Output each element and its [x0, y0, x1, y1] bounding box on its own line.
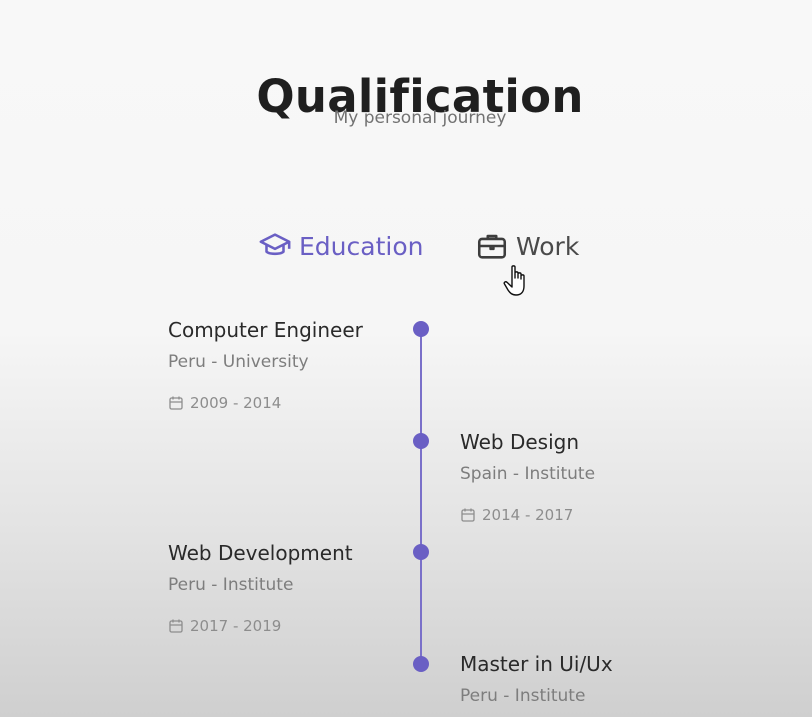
- timeline-item: Master in Ui/Ux Peru - Institute: [460, 652, 613, 706]
- timeline-item-date: 2009 - 2014: [168, 394, 363, 412]
- timeline-item-date: 2014 - 2017: [460, 506, 595, 524]
- timeline-item: Web Development Peru - Institute 2017 - …: [168, 541, 353, 635]
- timeline-item-place: Peru - Institute: [460, 686, 586, 706]
- timeline-item: Web Design Spain - Institute 2014 - 2017: [460, 430, 595, 524]
- timeline-dot: [413, 544, 429, 560]
- tab-education[interactable]: Education: [257, 228, 423, 264]
- timeline-dot: [413, 656, 429, 672]
- timeline-item-date: 2017 - 2019: [168, 617, 353, 635]
- tab-work-label: Work: [516, 231, 580, 261]
- timeline-line: [420, 330, 422, 670]
- timeline-item-role: Web Design: [460, 430, 580, 454]
- calendar-icon: [460, 507, 476, 523]
- timeline-item-place: Spain - Institute: [460, 464, 596, 484]
- briefcase-icon: [474, 228, 510, 264]
- timeline-item-date-text: 2017 - 2019: [190, 617, 282, 635]
- timeline-dot: [413, 433, 429, 449]
- timeline-item-date-text: 2009 - 2014: [190, 394, 282, 412]
- tab-education-label: Education: [299, 231, 424, 261]
- calendar-icon: [168, 395, 184, 411]
- timeline-dot: [413, 321, 429, 337]
- page-subtitle: My personal journey: [333, 108, 507, 128]
- timeline-item-place: Peru - University: [168, 352, 309, 372]
- timeline-item-role: Web Development: [168, 541, 353, 565]
- timeline-item-place: Peru - Institute: [168, 575, 294, 595]
- timeline-item: Computer Engineer Peru - University 2009…: [168, 318, 363, 412]
- timeline-item-role: Computer Engineer: [168, 318, 363, 342]
- calendar-icon: [168, 618, 184, 634]
- graduation-cap-icon: [257, 228, 293, 264]
- timeline-item-date-text: 2014 - 2017: [482, 506, 574, 524]
- hand-cursor-icon: [503, 264, 531, 298]
- timeline-item-role: Master in Ui/Ux: [460, 652, 613, 676]
- tab-work[interactable]: Work: [474, 228, 579, 264]
